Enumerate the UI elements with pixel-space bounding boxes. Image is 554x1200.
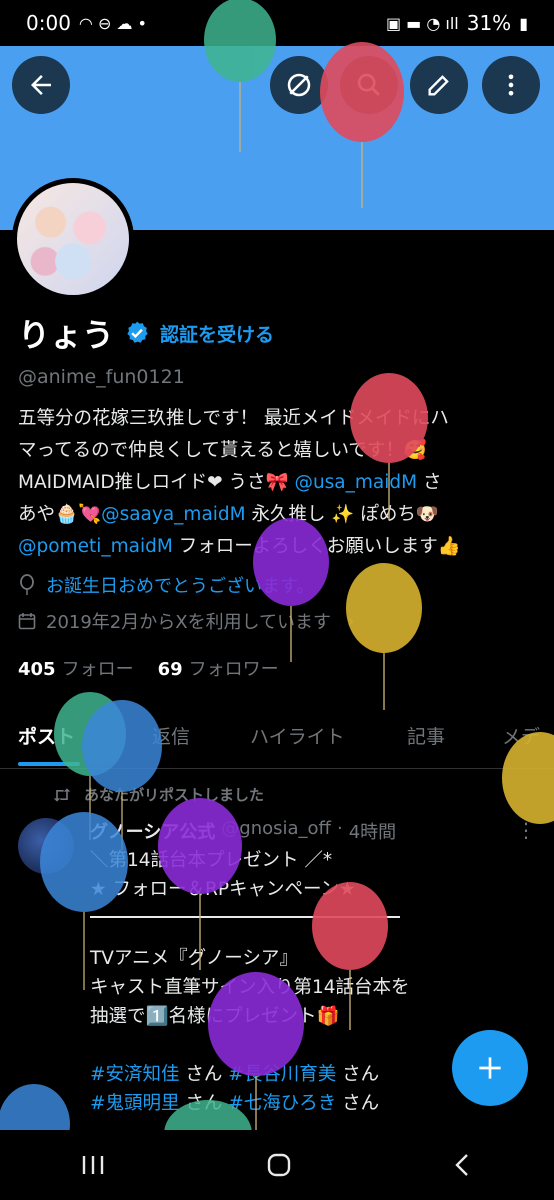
tab-highlights[interactable]: ハイライト xyxy=(250,722,345,749)
tab-replies[interactable]: 返信 xyxy=(152,722,190,749)
followers-label: フォロワー xyxy=(188,659,279,680)
profile-name-row: りょう 認証を受ける xyxy=(18,310,274,356)
profile-handle: @anime_fun0121 xyxy=(18,366,185,388)
joined-row[interactable]: 2019年2月からXを利用しています › xyxy=(18,608,354,634)
bio-text: あや🧁💘 xyxy=(18,504,102,525)
calendar-icon xyxy=(18,613,36,630)
bio-line: あや🧁💘@saaya_maidM 永久推し ✨ ぽめち🐶 xyxy=(18,499,528,531)
repost-indicator: あなたがリポストしました xyxy=(52,784,264,805)
plus-icon xyxy=(479,1057,501,1079)
bio-line: @pometi_maidM フォローよろしくお願いします👍 xyxy=(18,531,528,563)
followers-count: 69 xyxy=(157,659,183,680)
balloon-icon xyxy=(346,563,422,710)
more-icon xyxy=(508,74,514,96)
compose-post-button[interactable] xyxy=(452,1030,528,1106)
dot-separator: · xyxy=(336,818,343,839)
profile-tabs: ポスト 返信 ハイライト 記事 メデ xyxy=(0,712,554,769)
tab-articles[interactable]: 記事 xyxy=(407,722,445,749)
search-icon xyxy=(357,73,380,96)
home-icon[interactable] xyxy=(265,1151,293,1179)
post-time: 4時間 xyxy=(348,822,397,843)
following-count: 405 xyxy=(18,659,56,680)
notification-icons: ◠ ⊖ ☁ • xyxy=(78,13,147,33)
battery-text: 31% xyxy=(466,11,512,35)
edit-icon xyxy=(428,75,449,96)
following-link[interactable]: 405 フォロー xyxy=(18,655,134,681)
bio-text: MAIDMAID推しロイド❤ うさ🎀 xyxy=(18,472,295,493)
back-button[interactable] xyxy=(12,56,70,114)
post-text: さん xyxy=(179,1093,229,1114)
no-image-icon xyxy=(287,73,311,97)
post-text: さん xyxy=(336,1093,380,1114)
signal-icons: ▣ ▬ ◔ ıll xyxy=(385,13,459,33)
post-text: さん xyxy=(179,1064,229,1085)
more-button[interactable] xyxy=(482,56,540,114)
battery-icon: ▮ xyxy=(519,13,528,33)
post-header: グノーシア公式 @gnosia_off · 4時間 xyxy=(90,818,396,844)
post-divider xyxy=(90,916,400,918)
post-author-handle: @gnosia_off xyxy=(221,818,331,839)
mention-link[interactable]: @saaya_maidM xyxy=(101,504,246,525)
post-line: キャスト直筆サイン入り第14話台本を xyxy=(90,977,410,998)
followers-link[interactable]: 69 フォロワー xyxy=(158,655,279,681)
chevron-right-icon: › xyxy=(347,610,355,632)
status-bar: 0:00 ◠ ⊖ ☁ • ▣ ▬ ◔ ıll 31% ▮ xyxy=(0,0,554,46)
post-line: 抽選で1️⃣名様にプレゼント🎁 xyxy=(90,1006,340,1027)
bio-line: マってるので仲良くして貰えると嬉しいです！🥰 xyxy=(18,440,427,461)
recent-apps-icon[interactable] xyxy=(79,1153,107,1177)
birthday-row[interactable]: お誕生日おめでとうございます。 xyxy=(18,572,314,598)
post-text: さん xyxy=(336,1064,380,1085)
repost-icon xyxy=(53,787,71,802)
bio-text: さ xyxy=(417,472,442,493)
hashtag-link[interactable]: #鬼頭明里 xyxy=(90,1093,180,1114)
hashtag-link[interactable]: #安済知佳 xyxy=(90,1064,180,1085)
verified-badge-icon xyxy=(127,321,148,343)
post-author-name[interactable]: グノーシア公式 xyxy=(90,818,215,844)
back-arrow-icon xyxy=(31,75,51,95)
hashtag-link[interactable]: #長谷川育美 xyxy=(228,1064,336,1085)
search-button[interactable] xyxy=(340,56,398,114)
tab-media[interactable]: メデ xyxy=(502,722,540,749)
back-nav-icon[interactable] xyxy=(451,1151,475,1179)
profile-bio: 五等分の花嫁三玖推しです！ 最近メイドメイドにハ マってるので仲良くして貰えると… xyxy=(18,403,528,563)
hide-media-button[interactable] xyxy=(270,56,328,114)
mention-link[interactable]: @usa_maidM xyxy=(294,472,417,493)
birthday-text: お誕生日おめでとうございます。 xyxy=(46,576,315,597)
joined-text: 2019年2月からXを利用しています xyxy=(46,612,332,633)
balloon-icon xyxy=(20,574,34,595)
bio-line: 五等分の花嫁三玖推しです！ 最近メイドメイドにハ xyxy=(18,408,449,429)
mention-link[interactable]: @pometi_maidM xyxy=(18,536,173,557)
post-line: TVアニメ『グノーシア』 xyxy=(90,948,298,969)
repost-label: あなたがリポストしました xyxy=(84,786,265,804)
active-tab-indicator xyxy=(18,762,80,766)
system-nav-bar xyxy=(0,1130,554,1200)
post-line: ＼第14話台本プレゼント ／* xyxy=(90,850,333,871)
display-name: りょう xyxy=(18,316,115,354)
follow-stats: 405 フォロー 69 フォロワー xyxy=(18,655,279,681)
get-verified-link[interactable]: 認証を受ける xyxy=(160,320,274,347)
bio-text: 永久推し ✨ ぽめち🐶 xyxy=(245,504,439,525)
bio-line: MAIDMAID推しロイド❤ うさ🎀 @usa_maidM さ xyxy=(18,467,528,499)
post-more-icon[interactable]: ⋮ xyxy=(516,818,536,842)
bio-text: フォローよろしくお願いします👍 xyxy=(172,536,461,557)
post-author-avatar[interactable] xyxy=(18,818,74,874)
status-time: 0:00 xyxy=(26,11,71,35)
tab-posts[interactable]: ポスト xyxy=(18,722,75,749)
post-line: ★ フォロー＆RPキャンペーン★ xyxy=(90,879,356,900)
following-label: フォロー xyxy=(61,659,134,680)
profile-avatar[interactable] xyxy=(12,178,134,300)
hashtag-link[interactable]: #七海ひろき xyxy=(228,1093,336,1114)
edit-button[interactable] xyxy=(410,56,468,114)
